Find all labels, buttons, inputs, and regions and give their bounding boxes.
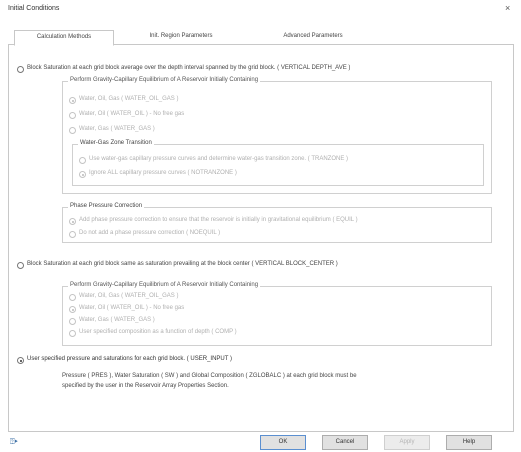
- water-oil-2-label: Water, Oil ( WATER_OIL ) - No free gas: [79, 305, 185, 311]
- radio-noequil[interactable]: [69, 231, 76, 238]
- radio-depth-ave[interactable]: [17, 66, 24, 73]
- phase-group: [62, 207, 492, 243]
- gravity-group-2-title: Perform Gravity-Capillary Equilibrium of…: [68, 282, 261, 288]
- phase-group-title: Phase Pressure Correction: [68, 203, 145, 209]
- window-title: Initial Conditions: [8, 5, 60, 12]
- transition-group-title-text: Water-Gas Zone Transition: [78, 140, 154, 146]
- radio-equil[interactable]: [69, 218, 76, 225]
- notranzone-label: Ignore ALL capillary pressure curves ( N…: [89, 170, 237, 176]
- transition-group: [72, 144, 484, 186]
- close-icon[interactable]: ×: [505, 3, 510, 13]
- tab-advanced-parameters[interactable]: Advanced Parameters: [258, 30, 368, 43]
- option-user-input-label: User specified pressure and saturations …: [27, 356, 232, 362]
- option-depth-ave-label: Block Saturation at each grid block aver…: [27, 65, 351, 71]
- user-input-description-line2: specified by the user in the Reservoir A…: [62, 383, 229, 389]
- ok-button[interactable]: OK: [260, 435, 306, 450]
- tab-strip: Calculation Methods Init. Region Paramet…: [8, 30, 513, 46]
- option-block-center-label: Block Saturation at each grid block same…: [27, 261, 338, 267]
- water-oil-1-label: Water, Oil ( WATER_OIL ) - No free gas: [79, 111, 185, 117]
- radio-water-oil-1[interactable]: [69, 112, 76, 119]
- radio-water-gas-2[interactable]: [69, 318, 76, 325]
- water-oil-gas-1-label: Water, Oil, Gas ( WATER_OIL_GAS ): [79, 96, 179, 102]
- comp-label: User specified composition as a function…: [79, 329, 237, 335]
- radio-water-oil-gas-1[interactable]: [69, 97, 76, 104]
- radio-notranzone[interactable]: [79, 171, 86, 178]
- tab-calculation-methods[interactable]: Calculation Methods: [14, 30, 114, 46]
- noequil-label: Do not add a phase pressure correction (…: [79, 230, 221, 236]
- cancel-button[interactable]: Cancel: [322, 435, 368, 450]
- help-button[interactable]: Help: [446, 435, 492, 450]
- radio-water-oil-gas-2[interactable]: [69, 294, 76, 301]
- gravity-group-1-title: Perform Gravity-Capillary Equilibrium of…: [68, 77, 261, 83]
- water-gas-1-label: Water, Gas ( WATER_GAS ): [79, 126, 155, 132]
- radio-tranzone[interactable]: [79, 157, 86, 164]
- radio-water-gas-1[interactable]: [69, 127, 76, 134]
- apply-button[interactable]: Apply: [384, 435, 430, 450]
- radio-water-oil-2[interactable]: [69, 306, 76, 313]
- title-bar: Initial Conditions ×: [0, 0, 521, 22]
- radio-comp[interactable]: [69, 330, 76, 337]
- help-pointer-icon[interactable]: ⍰▸: [10, 437, 18, 447]
- water-gas-2-label: Water, Gas ( WATER_GAS ): [79, 317, 155, 323]
- equil-label: Add phase pressure correction to ensure …: [79, 217, 358, 223]
- water-oil-gas-2-label: Water, Oil, Gas ( WATER_OIL_GAS ): [79, 293, 179, 299]
- tab-init-region-parameters[interactable]: Init. Region Parameters: [130, 30, 232, 43]
- radio-user-input[interactable]: [17, 357, 24, 364]
- radio-block-center[interactable]: [17, 262, 24, 269]
- tranzone-label: Use water-gas capillary pressure curves …: [89, 156, 348, 162]
- user-input-description-line1: Pressure ( PRES ), Water Saturation ( SW…: [62, 373, 357, 379]
